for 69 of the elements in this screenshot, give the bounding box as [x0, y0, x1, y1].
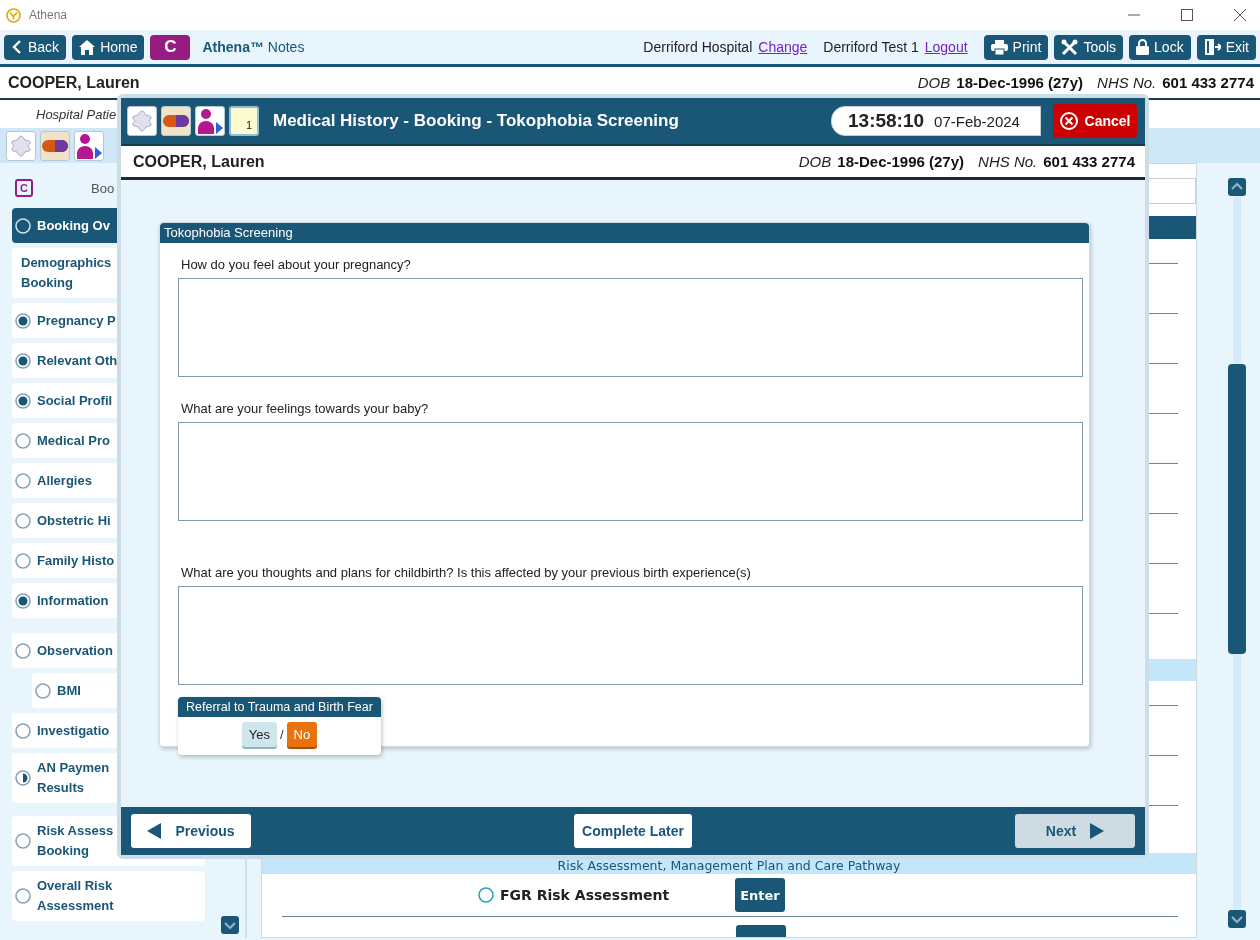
- patient-name: COOPER, Lauren: [133, 152, 265, 171]
- answer-box[interactable]: [178, 422, 1083, 521]
- logout-link[interactable]: Logout: [924, 39, 968, 55]
- maximize-icon[interactable]: [1181, 9, 1193, 21]
- section-header: Risk Assessment, Management Plan and Care Pathway: [557, 858, 901, 875]
- sidebar-item[interactable]: Overall Risk Assessment: [12, 871, 205, 921]
- chevron-left-icon: [11, 40, 23, 54]
- letter-badge: C: [15, 179, 33, 197]
- exit-button[interactable]: Exit: [1196, 34, 1256, 60]
- referral-title: Referral to Trauma and Birth Fear: [178, 697, 381, 717]
- answer-box[interactable]: [178, 278, 1083, 377]
- pill-icon: [42, 139, 68, 152]
- letter-button[interactable]: C: [150, 34, 191, 60]
- scroll-down-icon[interactable]: [1227, 910, 1246, 928]
- nhs-number: 601 433 2774: [1162, 74, 1254, 91]
- tools-button[interactable]: Tools: [1054, 34, 1124, 60]
- icon-button[interactable]: [195, 106, 225, 136]
- pill-icon: [163, 115, 189, 127]
- triangle-left-icon: [147, 823, 162, 839]
- icon-button[interactable]: [74, 130, 104, 161]
- user-name: Derriford Test 1: [823, 39, 919, 55]
- print-button[interactable]: Print: [983, 34, 1049, 60]
- form-title: Tokophobia Screening: [160, 223, 1089, 243]
- lock-icon: [1136, 39, 1150, 55]
- notepad-icon[interactable]: 1: [229, 106, 259, 136]
- separator-text: /: [280, 727, 284, 742]
- home-button[interactable]: Home: [72, 34, 145, 60]
- clock-display: 13:58:10 07-Feb-2024: [831, 106, 1041, 136]
- printer-icon: [990, 39, 1008, 55]
- answer-box[interactable]: [178, 586, 1083, 685]
- choice-button[interactable]: Yes: [241, 722, 277, 747]
- close-icon[interactable]: [1234, 9, 1246, 21]
- close-circle-icon: [1059, 112, 1078, 130]
- nhs-label: NHS No.: [978, 153, 1038, 170]
- person-arrow-icon: [196, 108, 224, 134]
- dialog-title: Medical History - Booking - Tokophobia Screening: [273, 111, 679, 131]
- assessment-label: FGR Risk Assessment: [500, 887, 671, 904]
- dob-value: 18-Dec-1996 (27y): [837, 153, 965, 170]
- previous-button[interactable]: Previous: [131, 814, 251, 848]
- icon-button[interactable]: [40, 130, 70, 161]
- dob-label: DOB: [917, 74, 951, 91]
- person-arrow-icon: [75, 132, 103, 159]
- lock-button[interactable]: Lock: [1129, 34, 1191, 60]
- triangle-right-icon: [1090, 823, 1105, 839]
- nhs-label: NHS No.: [1097, 74, 1157, 91]
- hospital-name: Derriford Hospital: [643, 39, 753, 55]
- scrollbar-thumb[interactable]: [1227, 364, 1246, 654]
- sidebar-heading: Boo: [91, 180, 115, 196]
- app-logo-icon: [6, 7, 21, 23]
- exit-icon: [1203, 39, 1221, 55]
- scroll-down-icon[interactable]: [221, 916, 239, 934]
- enter-button[interactable]: Enter: [735, 878, 785, 913]
- app-name: Athena™ Notes: [202, 39, 305, 55]
- home-icon: [79, 39, 96, 55]
- change-link[interactable]: Change: [758, 39, 808, 55]
- window-title: Athena: [29, 8, 68, 22]
- dob-label: DOB: [798, 153, 832, 170]
- back-button[interactable]: Back: [4, 34, 67, 60]
- flower-icon: [130, 109, 154, 133]
- patient-name: COOPER, Lauren: [8, 73, 140, 92]
- scroll-up-icon[interactable]: [1227, 178, 1246, 196]
- section-subtitle: Hospital Patie: [36, 106, 117, 122]
- cancel-button[interactable]: Cancel: [1053, 104, 1137, 138]
- complete-later-button[interactable]: Complete Later: [574, 814, 692, 848]
- flower-icon: [9, 133, 33, 158]
- icon-button[interactable]: [161, 106, 191, 136]
- nhs-number: 601 433 2774: [1043, 153, 1135, 170]
- dob-value: 18-Dec-1996 (27y): [956, 74, 1084, 91]
- tools-icon: [1061, 38, 1079, 56]
